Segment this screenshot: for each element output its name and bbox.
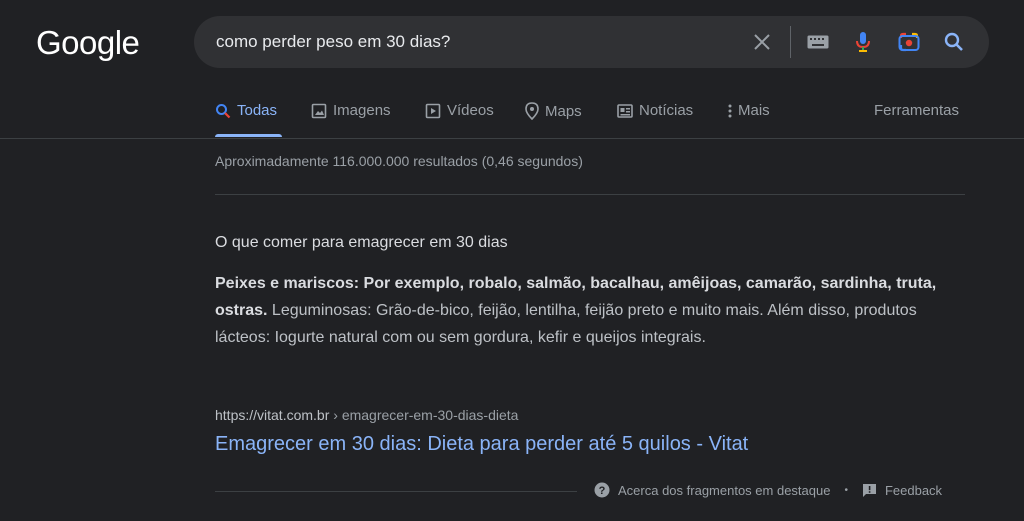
feedback-icon[interactable]: [862, 483, 877, 498]
google-logo[interactable]: Google: [36, 24, 140, 62]
tab-label: Maps: [545, 102, 582, 120]
tab-todas[interactable]: Todas: [215, 102, 277, 119]
snippet-rest-text: Leguminosas: Grão-de-bico, feijão, lenti…: [215, 302, 917, 346]
search-divider: [790, 26, 791, 58]
tab-label: Notícias: [639, 102, 694, 119]
news-icon: [617, 103, 633, 118]
tab-label: Todas: [237, 102, 278, 119]
tab-noticias[interactable]: Notícias: [617, 102, 693, 119]
search-bar[interactable]: como perder peso em 30 dias?: [194, 16, 989, 68]
divider: [215, 194, 965, 195]
clear-icon[interactable]: [750, 30, 774, 54]
microphone-icon[interactable]: [851, 30, 875, 54]
featured-snippet-heading: O que comer para emagrecer em 30 dias: [215, 234, 508, 251]
image-icon: [311, 103, 327, 118]
tools-label: Ferramentas: [874, 102, 960, 119]
active-tab-indicator: [215, 134, 282, 137]
video-icon: [425, 103, 441, 118]
search-input[interactable]: como perder peso em 30 dias?: [216, 32, 450, 52]
tab-maps[interactable]: Maps: [525, 102, 582, 120]
more-vert-icon: [728, 104, 732, 117]
search-tabs: Todas Imagens Vídeos Maps Notícias Mais …: [0, 100, 1024, 139]
about-snippets-link[interactable]: Acerca dos fragmentos em destaque: [618, 483, 830, 498]
tools-button[interactable]: Ferramentas: [874, 102, 959, 119]
footer-divider: [215, 491, 577, 492]
result-title-link[interactable]: Emagrecer em 30 dias: Dieta para perder …: [215, 433, 748, 456]
result-breadcrumb: › emagrecer-em-30-dias-dieta: [329, 407, 519, 423]
footer-separator: •: [844, 484, 848, 496]
tab-label: Vídeos: [447, 102, 494, 119]
tab-label: Imagens: [333, 102, 391, 119]
tab-videos[interactable]: Vídeos: [425, 102, 494, 119]
tab-imagens[interactable]: Imagens: [311, 102, 391, 119]
search-icon: [216, 103, 231, 118]
feedback-link[interactable]: Feedback: [885, 483, 942, 498]
result-url[interactable]: https://vitat.com.br › emagrecer-em-30-d…: [215, 407, 518, 423]
featured-snippet-text: Peixes e mariscos: Por exemplo, robalo, …: [215, 270, 955, 351]
keyboard-icon[interactable]: [806, 30, 830, 54]
search-submit-icon[interactable]: [942, 30, 966, 54]
tab-label: Mais: [738, 102, 770, 119]
help-icon[interactable]: ?: [594, 482, 610, 498]
snippet-footer: ? Acerca dos fragmentos em destaque • Fe…: [594, 482, 942, 498]
map-pin-icon: [525, 102, 539, 120]
camera-lens-icon[interactable]: [897, 30, 921, 54]
result-stats: Aproximadamente 116.000.000 resultados (…: [215, 153, 583, 169]
svg-text:?: ?: [599, 485, 606, 497]
tab-mais[interactable]: Mais: [728, 102, 770, 119]
result-domain: https://vitat.com.br: [215, 407, 330, 423]
